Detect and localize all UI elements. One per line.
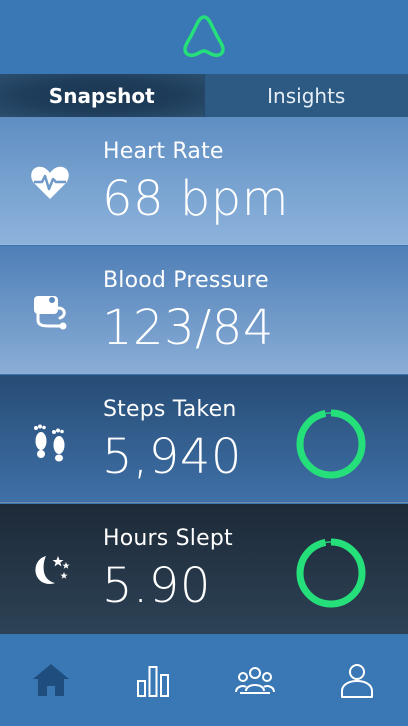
tab-snapshot-label: Snapshot	[48, 83, 155, 108]
app-screen: Snapshot Insights Heart Rate 68 bpm Bloo…	[0, 0, 408, 726]
tab-insights[interactable]: Insights	[203, 74, 408, 117]
hours-slept-value: 5.90	[102, 558, 211, 614]
nav-charts[interactable]	[102, 634, 204, 726]
tab-bar: Snapshot Insights	[0, 74, 408, 117]
nav-profile[interactable]	[306, 634, 408, 726]
steps-taken-card[interactable]: Steps Taken 5,940	[0, 375, 408, 503]
bar-chart-icon	[137, 666, 169, 697]
hours-slept-label: Hours Slept	[103, 526, 233, 551]
bottom-nav	[0, 634, 408, 726]
home-icon	[33, 664, 69, 696]
footprints-icon	[34, 424, 65, 462]
heart-pulse-icon	[31, 166, 69, 199]
nav-home[interactable]	[0, 634, 102, 726]
heart-rate-value: 68 bpm	[102, 171, 290, 227]
tab-insights-label: Insights	[267, 83, 346, 108]
sleep-progress-ring	[296, 538, 366, 608]
app-logo-icon	[183, 15, 225, 57]
blood-pressure-value: 123/84	[102, 300, 274, 356]
app-header	[0, 0, 408, 74]
group-icon	[235, 667, 275, 694]
profile-icon	[341, 664, 373, 698]
heart-rate-label: Heart Rate	[103, 139, 224, 164]
heart-rate-card[interactable]: Heart Rate 68 bpm	[0, 117, 408, 245]
nav-community[interactable]	[204, 634, 306, 726]
blood-pressure-card[interactable]: Blood Pressure 123/84	[0, 246, 408, 374]
tab-snapshot[interactable]: Snapshot	[0, 74, 204, 117]
steps-taken-value: 5,940	[102, 429, 242, 485]
steps-progress-ring	[296, 409, 366, 479]
hours-slept-card[interactable]: Hours Slept 5.90	[0, 504, 408, 634]
blood-pressure-label: Blood Pressure	[103, 268, 269, 293]
moon-stars-icon	[35, 556, 70, 584]
blood-pressure-cuff-icon	[34, 296, 67, 330]
steps-taken-label: Steps Taken	[103, 397, 237, 422]
